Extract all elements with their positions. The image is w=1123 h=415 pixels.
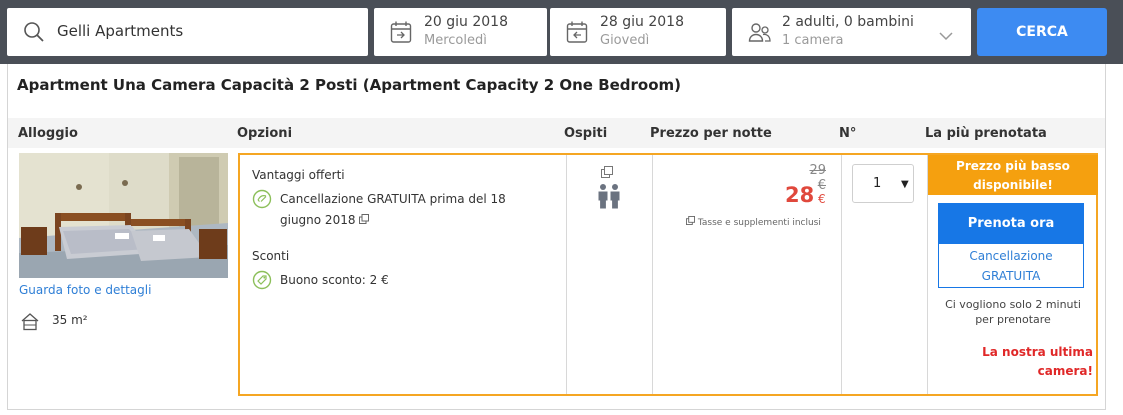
guests-selector[interactable]: 2 adulti, 0 bambini 1 camera bbox=[732, 8, 971, 56]
cancellation-text-line2: giugno 2018 bbox=[280, 213, 356, 227]
two-people-icon bbox=[597, 183, 621, 213]
room-quantity-select[interactable]: 1 ▼ bbox=[852, 164, 914, 203]
cancellation-text-line1: Cancellazione GRATUITA prima del 18 bbox=[280, 192, 506, 206]
free-cancellation-icon bbox=[252, 189, 272, 216]
lowest-price-banner: Prezzo più basso disponibile! bbox=[928, 155, 1098, 195]
checkout-weekday: Giovedì bbox=[600, 33, 650, 48]
checkout-date-field[interactable]: 28 giu 2018 Giovedì bbox=[550, 8, 726, 56]
destination-value: Gelli Apartments bbox=[57, 22, 184, 40]
voucher-text: Buono sconto: 2 € bbox=[280, 273, 389, 287]
checkin-weekday: Mercoledì bbox=[424, 33, 487, 48]
room-card: Apartment Una Camera Capacità 2 Posti (A… bbox=[7, 64, 1106, 410]
time-note-line1: Ci vogliono solo 2 minuti bbox=[945, 298, 1081, 311]
free-cancellation-benefit: Cancellazione GRATUITA prima del 18 giug… bbox=[252, 189, 552, 233]
header-alloggio: Alloggio bbox=[18, 126, 78, 141]
discounts-title: Sconti bbox=[252, 249, 290, 263]
header-piu-prenotata: La più prenotata bbox=[925, 126, 1047, 141]
room-title: Apartment Una Camera Capacità 2 Posti (A… bbox=[17, 76, 682, 94]
column-divider bbox=[841, 155, 842, 394]
checkin-date-field[interactable]: 20 giu 2018 Mercoledì bbox=[374, 8, 547, 56]
discount-tag-icon bbox=[252, 270, 272, 297]
voucher-discount: Buono sconto: 2 € bbox=[252, 270, 552, 292]
last-room-line2: camera! bbox=[1037, 364, 1093, 378]
quantity-value: 1 bbox=[873, 176, 882, 191]
room-size: 35 m² bbox=[52, 313, 88, 327]
taxes-note-text: Tasse e supplementi inclusi bbox=[697, 218, 821, 228]
caret-down-icon: ▼ bbox=[901, 179, 909, 190]
price-currency: € bbox=[818, 192, 826, 206]
destination-field[interactable]: Gelli Apartments bbox=[7, 8, 368, 56]
photo-details-link[interactable]: Guarda foto e dettagli bbox=[19, 283, 151, 297]
free-cancel-line1: Cancellazione bbox=[969, 249, 1053, 263]
guests-summary: 2 adulti, 0 bambini bbox=[782, 14, 914, 30]
header-opzioni: Opzioni bbox=[237, 126, 293, 141]
time-note-line2: per prenotare bbox=[975, 313, 1051, 326]
guests-icon bbox=[748, 20, 772, 48]
cancellation-text: Cancellazione GRATUITA prima del 18 giug… bbox=[280, 189, 506, 231]
book-now-button[interactable]: Prenota ora bbox=[938, 203, 1084, 243]
column-divider bbox=[566, 155, 567, 394]
calendar-checkout-icon bbox=[566, 20, 588, 48]
free-cancellation-box: Cancellazione GRATUITA bbox=[938, 243, 1084, 288]
last-room-line1: La nostra ultima bbox=[982, 345, 1093, 359]
table-header: Alloggio Opzioni Ospiti Prezzo per notte… bbox=[8, 118, 1105, 148]
external-link-icon[interactable] bbox=[601, 163, 613, 182]
checkout-date: 28 giu 2018 bbox=[600, 14, 684, 30]
benefits-title: Vantaggi offerti bbox=[252, 168, 345, 182]
search-icon bbox=[23, 21, 45, 47]
current-price: 28 bbox=[785, 183, 815, 207]
header-ospiti: Ospiti bbox=[564, 126, 608, 141]
search-bar: Gelli Apartments 20 giu 2018 Mercoledì 2… bbox=[0, 0, 1123, 64]
banner-line1: Prezzo più basso bbox=[956, 159, 1070, 173]
checkin-date: 20 giu 2018 bbox=[424, 14, 508, 30]
external-link-icon[interactable] bbox=[359, 213, 370, 227]
last-room-warning: La nostra ultima camera! bbox=[928, 343, 1093, 381]
header-prezzo: Prezzo per notte bbox=[650, 126, 772, 141]
offer-row: Vantaggi offerti Cancellazione GRATUITA … bbox=[238, 153, 1098, 396]
calendar-checkin-icon bbox=[390, 20, 412, 48]
banner-line2: disponibile! bbox=[973, 178, 1053, 192]
free-cancel-line2: GRATUITA bbox=[981, 269, 1041, 283]
taxes-note: Tasse e supplementi inclusi bbox=[686, 216, 821, 228]
search-button[interactable]: CERCA bbox=[977, 8, 1107, 56]
column-divider bbox=[652, 155, 653, 394]
room-photo[interactable] bbox=[19, 153, 228, 278]
chevron-down-icon[interactable] bbox=[939, 26, 953, 45]
header-numero: N° bbox=[839, 126, 857, 141]
external-link-icon[interactable] bbox=[686, 216, 695, 228]
house-icon bbox=[20, 313, 40, 335]
booking-time-note: Ci vogliono solo 2 minuti per prenotare bbox=[928, 297, 1098, 327]
rooms-count: 1 camera bbox=[782, 33, 844, 48]
